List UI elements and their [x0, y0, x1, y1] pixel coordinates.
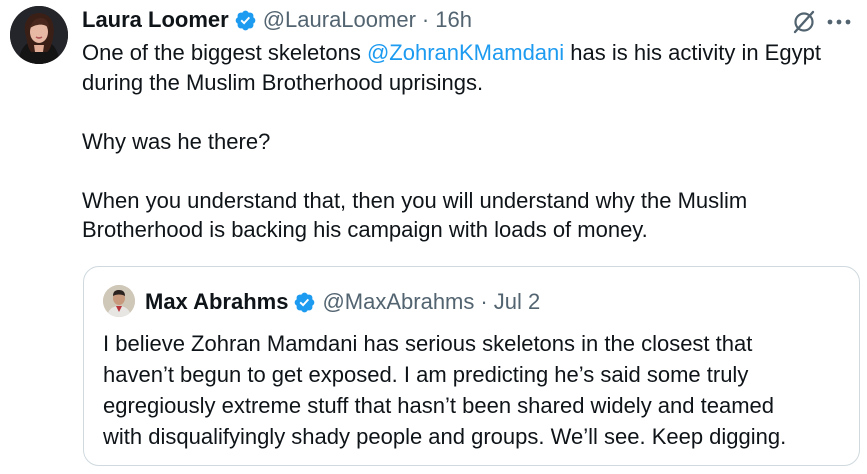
tweet-text-line: Brotherhood is backing his campaign with… [82, 217, 648, 242]
quoted-tweet[interactable]: Max Abrahms @MaxAbrahms · Jul 2 I believ… [83, 266, 860, 466]
quoted-text-line: with disqualifyingly shady people and gr… [103, 424, 787, 449]
verified-badge-icon[interactable] [234, 9, 257, 32]
tweet-text: One of the biggest skeletons @ZohranKMam… [82, 38, 862, 245]
author-handle[interactable]: @LauraLoomer [263, 7, 416, 33]
tweet-text-line: When you understand that, then you will … [82, 187, 748, 213]
grok-icon[interactable] [791, 9, 817, 35]
tweet-text-line: during the Muslim Brotherhood uprisings. [82, 69, 484, 95]
tweet-timestamp[interactable]: 16h [435, 7, 472, 33]
quoted-tweet-header: Max Abrahms @MaxAbrahms · Jul 2 [145, 288, 540, 316]
separator-dot: · [480, 289, 488, 314]
verified-badge-icon[interactable] [293, 291, 316, 314]
quoted-author-avatar[interactable] [103, 285, 135, 317]
mention-link[interactable]: @ZohranKMamdani [367, 40, 564, 65]
tweet-text-line: Why was he there? [82, 128, 271, 154]
separator-dot: · [421, 7, 430, 32]
tweet[interactable]: Laura Loomer @LauraLoomer · 16h One of t… [0, 0, 867, 474]
tweet-text-segment: One of the biggest skeletons [82, 40, 367, 65]
more-options-icon[interactable] [824, 9, 854, 35]
tweet-header: Laura Loomer @LauraLoomer · 16h [82, 6, 472, 34]
author-name[interactable]: Laura Loomer [82, 7, 229, 33]
quoted-tweet-text: I believe Zohran Mamdani has serious ske… [103, 328, 853, 452]
tweet-text-segment: has is his activity in Egypt [564, 40, 821, 65]
quoted-text-line: haven’t begun to get exposed. I am predi… [103, 362, 749, 387]
quoted-text-line: egregiously extreme stuff that hasn’t be… [103, 393, 774, 418]
quoted-text-line: I believe Zohran Mamdani has serious ske… [103, 331, 753, 356]
tweet-text-line: One of the biggest skeletons @ZohranKMam… [82, 38, 862, 68]
quoted-author-name[interactable]: Max Abrahms [145, 289, 288, 315]
author-avatar[interactable] [10, 6, 68, 64]
quoted-author-handle[interactable]: @MaxAbrahms [322, 289, 474, 315]
quoted-tweet-timestamp[interactable]: Jul 2 [494, 289, 540, 315]
